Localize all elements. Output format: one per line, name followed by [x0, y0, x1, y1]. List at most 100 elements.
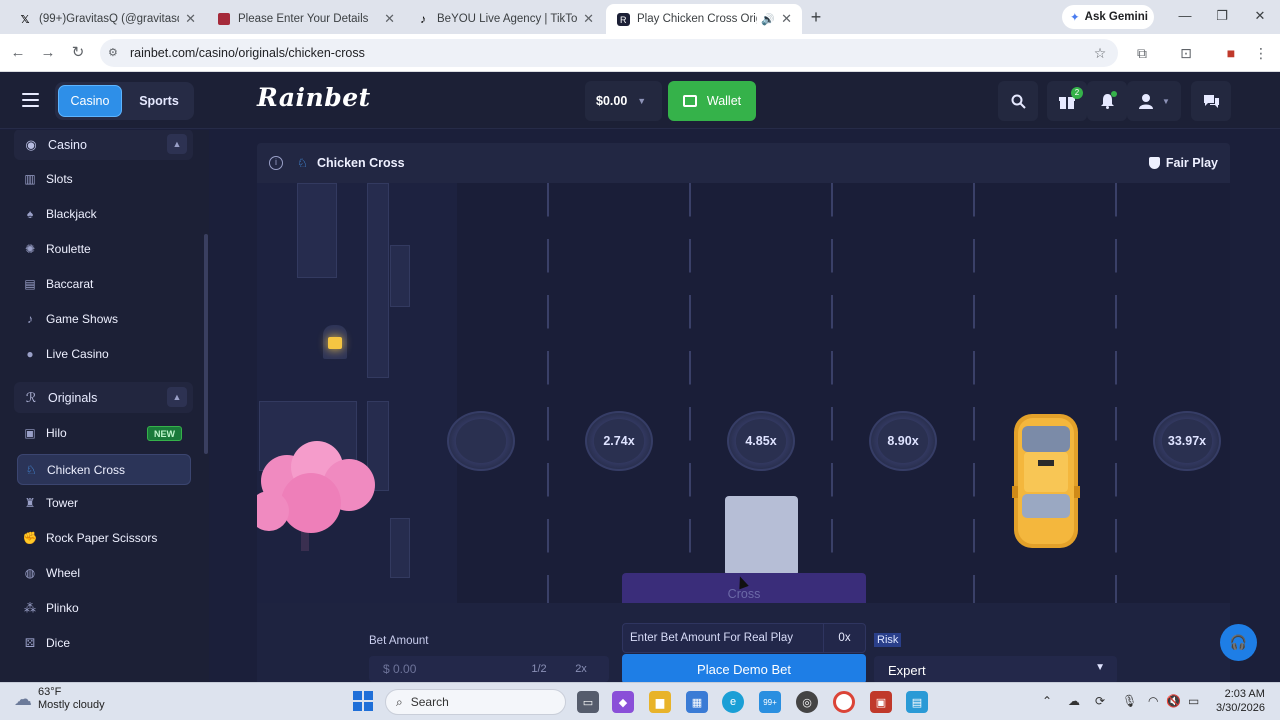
sidebar-item-label: Game Shows — [46, 312, 119, 326]
sidebar-scrollbar[interactable] — [204, 234, 208, 454]
multiplier-value: 2.74x — [603, 434, 635, 448]
gift-icon[interactable]: 2 — [1047, 81, 1087, 121]
sync-icon[interactable]: ⟳ — [1095, 694, 1105, 708]
chevron-up-icon[interactable]: ▲ — [167, 134, 187, 154]
sidebar-item-baccarat[interactable]: ▤ Baccarat — [17, 270, 191, 298]
sidebar-item-chicken-cross[interactable]: ♘ Chicken Cross — [17, 454, 191, 485]
screen-search-icon[interactable]: ⊡ — [1176, 43, 1196, 63]
chevron-down-icon: ▼ — [1095, 662, 1105, 673]
sidebar-item-slots[interactable]: ▥ Slots — [17, 165, 191, 193]
sidebar-group-originals[interactable]: ℛ Originals ▲ — [14, 382, 193, 413]
extensions-icon[interactable]: ⧉ — [1132, 43, 1152, 63]
multiplier-coin — [447, 411, 515, 471]
sports-tab-button[interactable]: Sports — [127, 85, 191, 117]
app-blue-icon[interactable]: ▤ — [906, 691, 928, 713]
task-view-icon[interactable]: ▭ — [577, 691, 599, 713]
browser-tab-3[interactable]: ♪ BeYOU Live Agency | TikTok ✕ — [406, 4, 604, 34]
rainbet-logo[interactable]: Rainbet — [257, 83, 371, 112]
sidebar-item-game-shows[interactable]: ♪ Game Shows — [17, 305, 191, 333]
close-window-button[interactable]: ✕ — [1249, 8, 1271, 24]
taskbar-search[interactable]: ⌕ Search — [385, 689, 566, 715]
app-icon[interactable]: ◎ — [796, 691, 818, 713]
casino-tab-button[interactable]: Casino — [58, 85, 122, 117]
system-clock[interactable]: 2:03 AM 3/30/2026 — [1216, 687, 1265, 715]
volume-muted-icon[interactable]: 🔇 — [1166, 694, 1181, 708]
close-tab-icon[interactable]: ✕ — [781, 11, 792, 27]
site-info-icon[interactable]: ⚙ — [108, 46, 118, 59]
browser-tab-1[interactable]: 𝕏 (99+)GravitasQ (@gravitasq) | T ✕ — [8, 4, 206, 34]
search-icon[interactable] — [998, 81, 1038, 121]
real-play-notice: Enter Bet Amount For Real Play 0x — [622, 623, 866, 653]
mail-icon[interactable]: 99+ — [759, 691, 781, 713]
chevron-up-icon[interactable]: ⌃ — [1042, 694, 1052, 708]
half-bet-button[interactable]: 1/2 — [523, 656, 555, 682]
store-icon[interactable]: ▦ — [686, 691, 708, 713]
sidebar-item-hilo[interactable]: ▣ Hilo NEW — [17, 419, 191, 447]
multiplier-value: 4.85x — [745, 434, 777, 448]
bookmark-star-icon[interactable]: ☆ — [1090, 43, 1110, 63]
microphone-icon[interactable]: 🎙 — [1122, 694, 1137, 708]
sidebar-item-label: Baccarat — [46, 277, 94, 291]
sidebar-item-plinko[interactable]: ⁂ Plinko — [17, 594, 191, 622]
back-arrow-icon[interactable]: ← — [8, 43, 28, 63]
tab-title: Please Enter Your Details — [238, 13, 369, 25]
sidebar-item-tower[interactable]: ♜ Tower — [17, 489, 191, 517]
ask-gemini-button[interactable]: ✦ Ask Gemini — [1062, 5, 1154, 29]
profile-dropdown[interactable]: ▼ — [1127, 81, 1181, 121]
browser-tab-4[interactable]: R Play Chicken Cross Originals 🔊 ✕ — [606, 4, 802, 34]
sidebar-item-live-casino[interactable]: ● Live Casino — [17, 340, 191, 368]
browser-menu-icon[interactable]: ⋮ — [1251, 43, 1271, 63]
speaker-icon[interactable]: 🔊 — [761, 13, 775, 26]
double-bet-button[interactable]: 2x — [565, 656, 597, 682]
sidebar-item-blackjack[interactable]: ♠ Blackjack — [17, 200, 191, 228]
edge-icon[interactable]: e — [722, 691, 744, 713]
fair-play-button[interactable]: Fair Play — [1148, 156, 1218, 170]
sidebar-group-casino[interactable]: ◉ Casino ▲ — [14, 130, 193, 160]
chrome-icon[interactable] — [833, 691, 855, 713]
copilot-icon[interactable]: ◆ — [612, 691, 634, 713]
browser-tab-2[interactable]: Please Enter Your Details ✕ — [207, 4, 405, 34]
bell-icon[interactable] — [1087, 81, 1127, 121]
hamburger-menu-icon[interactable] — [22, 93, 39, 111]
minimize-button[interactable]: — — [1174, 8, 1196, 23]
sidebar-item-rock-paper-scissors[interactable]: ✊ Rock Paper Scissors — [17, 524, 191, 552]
new-tab-button[interactable]: + — [806, 7, 826, 27]
clock-time: 2:03 AM — [1224, 688, 1265, 700]
chevron-down-icon: ▼ — [1162, 96, 1170, 106]
forward-arrow-icon[interactable]: → — [38, 43, 58, 63]
pink-tree-icon — [257, 441, 375, 551]
windows-start-icon[interactable] — [353, 691, 373, 711]
sidebar-item-label: Slots — [46, 172, 73, 186]
risk-select[interactable]: Expert ▼ — [874, 656, 1117, 684]
bet-amount-label: Bet Amount — [369, 635, 429, 647]
balance-dropdown[interactable]: $0.00 ▼ — [585, 81, 662, 121]
address-bar[interactable]: rainbet.com/casino/originals/chicken-cro… — [100, 39, 1118, 67]
sidebar-item-roulette[interactable]: ✺ Roulette — [17, 235, 191, 263]
cloud-sync-icon[interactable]: ☁ — [1068, 694, 1080, 708]
maximize-button[interactable]: ❐ — [1211, 8, 1233, 24]
extension-red-icon[interactable]: ■ — [1221, 43, 1241, 63]
chevron-up-icon[interactable]: ▲ — [167, 387, 187, 407]
sidebar-item-label: Live Casino — [46, 347, 109, 361]
battery-icon[interactable]: ▭ — [1188, 694, 1199, 708]
notification-dot — [1111, 91, 1117, 97]
balance-value: $0.00 — [596, 94, 628, 108]
chat-icon[interactable] — [1191, 81, 1231, 121]
close-tab-icon[interactable]: ✕ — [583, 11, 594, 27]
place-demo-bet-button[interactable]: Place Demo Bet — [622, 654, 866, 684]
close-tab-icon[interactable]: ✕ — [384, 11, 395, 27]
chicken-icon: ♘ — [297, 156, 308, 170]
sidebar-item-wheel[interactable]: ◍ Wheel — [17, 559, 191, 587]
file-explorer-icon[interactable]: ▆ — [649, 691, 671, 713]
reload-icon[interactable]: ↻ — [68, 43, 88, 63]
weather-widget[interactable]: ☁ 63°F Mostly cloudy — [14, 686, 105, 712]
sidebar-item-label: Dice — [46, 636, 71, 650]
wifi-icon[interactable]: ◠ — [1148, 694, 1158, 708]
close-tab-icon[interactable]: ✕ — [185, 11, 196, 27]
info-icon[interactable]: i — [269, 156, 283, 170]
rps-icon: ✊ — [22, 531, 38, 545]
wallet-button[interactable]: Wallet — [668, 81, 756, 121]
headset-support-icon[interactable]: 🎧 — [1220, 624, 1257, 661]
app-red-icon[interactable]: ▣ — [870, 691, 892, 713]
sidebar-item-dice[interactable]: ⚄ Dice — [17, 629, 191, 657]
